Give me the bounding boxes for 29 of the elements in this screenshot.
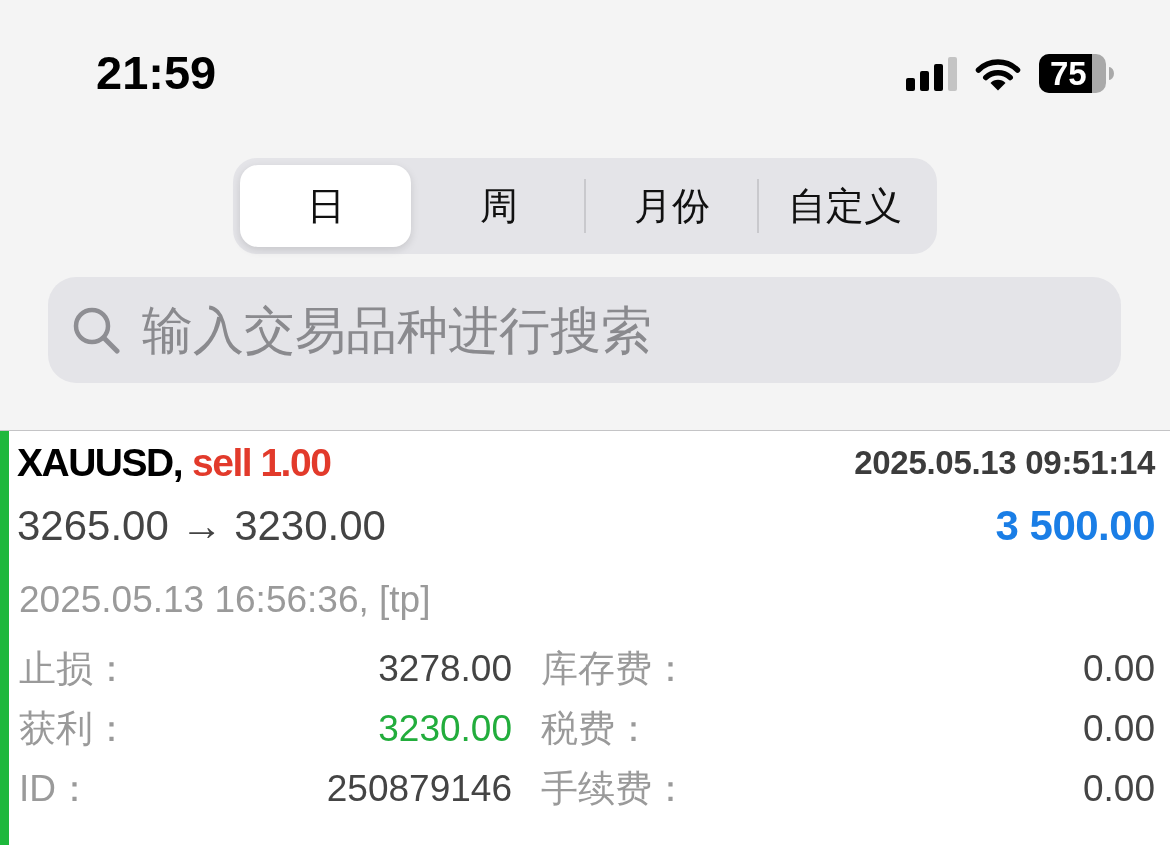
detail-label: ID： (19, 767, 93, 811)
detail-value: 3278.00 (378, 648, 512, 690)
open-time: 2025.05.13 09:51:14 (854, 444, 1155, 482)
profit-value: 3 500.00 (995, 502, 1155, 550)
wifi-icon (974, 56, 1022, 91)
detail-value: 0.00 (1083, 648, 1155, 690)
detail-label: 止损： (19, 647, 130, 691)
detail-label: 手续费： (541, 767, 689, 811)
search-field[interactable]: 输入交易品种进行搜索 (48, 277, 1121, 383)
status-time: 21:59 (96, 50, 217, 96)
close-time: 2025.05.13 16:56:36, [tp] (19, 579, 431, 621)
period-tab[interactable]: 月份 (586, 165, 757, 247)
battery-percent: 75 (1050, 56, 1087, 91)
detail-value: 0.00 (1083, 768, 1155, 810)
signal-icon (906, 56, 958, 91)
battery-icon (1039, 54, 1115, 93)
detail-value: 250879146 (326, 768, 512, 810)
detail-label: 库存费： (541, 647, 689, 691)
order-type: sell 1.00 (192, 441, 331, 485)
detail-label: 税费： (541, 707, 652, 751)
period-tab[interactable]: 自定义 (759, 165, 930, 247)
period-tab[interactable]: 周 (413, 165, 584, 247)
symbol: XAUUSD, (17, 441, 183, 485)
detail-label: 获利： (19, 707, 130, 751)
search-icon (72, 306, 120, 354)
price-change: 3265.00 → 3230.00 (17, 502, 386, 550)
detail-value: 3230.00 (378, 708, 512, 750)
period-tab[interactable]: 日 (240, 165, 411, 247)
detail-value: 0.00 (1083, 708, 1155, 750)
